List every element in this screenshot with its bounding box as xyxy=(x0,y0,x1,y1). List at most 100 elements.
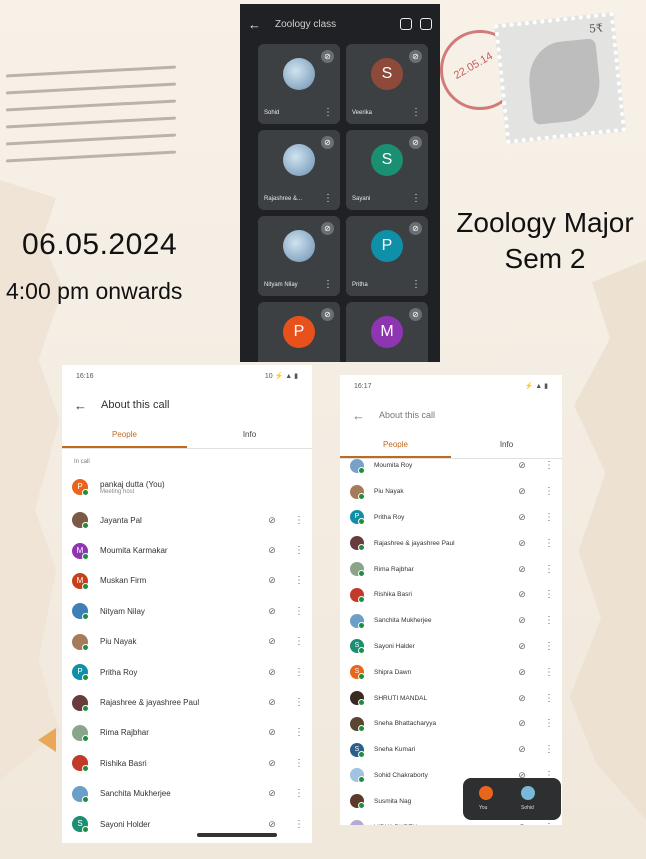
more-options-icon[interactable]: ⋮ xyxy=(544,641,554,652)
more-options-icon[interactable]: ⋮ xyxy=(294,697,304,708)
participant-row[interactable]: SHRUTI MANDAL ⊘ ⋮ xyxy=(340,685,562,711)
mic-off-icon[interactable]: ⊘ xyxy=(266,758,278,769)
mic-off-icon[interactable]: ⊘ xyxy=(266,788,278,799)
participant-row[interactable]: Sanchita Mukherjee ⊘ ⋮ xyxy=(340,608,562,634)
tab-bar: People Info xyxy=(62,423,312,449)
participant-tile[interactable]: ⊘ P Pritha ⋮ xyxy=(346,216,428,296)
more-options-icon[interactable]: ⋮ xyxy=(294,758,304,769)
participant-row[interactable]: Sanchita Mukherjee ⊘ ⋮ xyxy=(62,779,312,809)
tab-info[interactable]: Info xyxy=(451,433,562,458)
more-options-icon[interactable]: ⋮ xyxy=(294,727,304,738)
mic-off-icon[interactable]: ⊘ xyxy=(516,564,528,575)
participant-row[interactable]: Rajashree & jayashree Paul ⊘ ⋮ xyxy=(340,530,562,556)
more-options-icon[interactable]: ⋮ xyxy=(544,460,554,471)
participant-tile[interactable]: ⊘ P xyxy=(258,302,340,362)
participant-row[interactable]: Rishika Basri ⊘ ⋮ xyxy=(62,748,312,778)
more-options-icon[interactable]: ⋮ xyxy=(323,279,333,290)
participant-tile[interactable]: ⊘ Sohid ⋮ xyxy=(258,44,340,124)
mic-off-icon[interactable]: ⊘ xyxy=(266,667,278,678)
mic-off-icon[interactable]: ⊘ xyxy=(516,822,528,825)
participant-row[interactable]: Rishika Basri ⊘ ⋮ xyxy=(340,582,562,608)
participant-row[interactable]: Sneha Bhattacharyya ⊘ ⋮ xyxy=(340,711,562,737)
participant-row[interactable]: Jayanta Pal ⊘ ⋮ xyxy=(62,505,312,535)
meet-top-bar: ← Zoology class xyxy=(240,4,440,44)
mic-off-icon[interactable]: ⊘ xyxy=(266,636,278,647)
participant-row[interactable]: Piu Nayak ⊘ ⋮ xyxy=(340,479,562,505)
back-arrow-icon[interactable]: ← xyxy=(352,408,365,423)
mic-off-icon[interactable]: ⊘ xyxy=(516,460,528,471)
participant-row[interactable]: S Shipra Dawn ⊘ ⋮ xyxy=(340,659,562,685)
more-options-icon[interactable]: ⋮ xyxy=(294,819,304,830)
more-options-icon[interactable]: ⋮ xyxy=(294,667,304,678)
tab-info[interactable]: Info xyxy=(187,423,312,448)
participant-row[interactable]: S Sneha Kumari ⊘ ⋮ xyxy=(340,737,562,763)
participant-tile[interactable]: ⊘ M xyxy=(346,302,428,362)
more-options-icon[interactable]: ⋮ xyxy=(294,636,304,647)
participant-row[interactable]: M Muskan Firm ⊘ ⋮ xyxy=(62,566,312,596)
more-options-icon[interactable]: ⋮ xyxy=(544,538,554,549)
picture-in-picture-window[interactable]: You Sohid xyxy=(463,778,561,820)
mic-off-icon[interactable]: ⊘ xyxy=(266,697,278,708)
more-options-icon[interactable]: ⋮ xyxy=(294,545,304,556)
speaker-icon[interactable] xyxy=(420,18,432,30)
participant-row[interactable]: M Moumita Karmakar ⊘ ⋮ xyxy=(62,535,312,565)
mic-off-icon[interactable]: ⊘ xyxy=(266,515,278,526)
back-arrow-icon[interactable]: ← xyxy=(248,17,261,32)
tab-people[interactable]: People xyxy=(62,423,187,448)
mic-off-icon[interactable]: ⊘ xyxy=(266,545,278,556)
more-options-icon[interactable]: ⋮ xyxy=(544,718,554,729)
more-options-icon[interactable]: ⋮ xyxy=(294,606,304,617)
mic-off-icon[interactable]: ⊘ xyxy=(266,819,278,830)
participant-name: Nityam Nilay xyxy=(100,606,145,616)
mic-off-icon[interactable]: ⊘ xyxy=(516,538,528,549)
mic-off-icon: ⊘ xyxy=(321,222,334,235)
more-options-icon[interactable]: ⋮ xyxy=(294,515,304,526)
mic-off-icon[interactable]: ⊘ xyxy=(516,589,528,600)
switch-camera-icon[interactable] xyxy=(400,18,412,30)
more-options-icon[interactable]: ⋮ xyxy=(544,822,554,825)
more-options-icon[interactable]: ⋮ xyxy=(544,667,554,678)
participant-tile[interactable]: ⊘ S Veerika ⋮ xyxy=(346,44,428,124)
mic-off-icon[interactable]: ⊘ xyxy=(266,575,278,586)
participant-tile[interactable]: ⊘ Nityam Nilay ⋮ xyxy=(258,216,340,296)
back-arrow-icon[interactable]: ← xyxy=(74,398,87,413)
more-options-icon[interactable]: ⋮ xyxy=(544,512,554,523)
mic-off-icon[interactable]: ⊘ xyxy=(266,606,278,617)
participant-row[interactable]: S Sayoni Halder ⊘ ⋮ xyxy=(340,634,562,660)
participant-tile[interactable]: ⊘ S Sayani ⋮ xyxy=(346,130,428,210)
more-options-icon[interactable]: ⋮ xyxy=(323,193,333,204)
participant-row[interactable]: Piu Nayak ⊘ ⋮ xyxy=(62,627,312,657)
more-options-icon[interactable]: ⋮ xyxy=(294,575,304,586)
more-options-icon[interactable]: ⋮ xyxy=(411,107,421,118)
more-options-icon[interactable]: ⋮ xyxy=(411,279,421,290)
mic-off-icon[interactable]: ⊘ xyxy=(516,512,528,523)
more-options-icon[interactable]: ⋮ xyxy=(544,693,554,704)
host-row[interactable]: P pankaj dutta (You) Meeting host xyxy=(62,469,312,505)
participant-tile[interactable]: ⊘ Rajashree &... ⋮ xyxy=(258,130,340,210)
more-options-icon[interactable]: ⋮ xyxy=(544,615,554,626)
more-options-icon[interactable]: ⋮ xyxy=(544,564,554,575)
participant-row[interactable]: Rima Rajbhar ⊘ ⋮ xyxy=(62,718,312,748)
more-options-icon[interactable]: ⋮ xyxy=(544,589,554,600)
more-options-icon[interactable]: ⋮ xyxy=(294,788,304,799)
mic-off-icon[interactable]: ⊘ xyxy=(516,486,528,497)
mic-off-icon[interactable]: ⊘ xyxy=(266,727,278,738)
participant-row[interactable]: P Pritha Roy ⊘ ⋮ xyxy=(62,657,312,687)
participant-row[interactable]: Rima Rajbhar ⊘ ⋮ xyxy=(340,556,562,582)
mic-off-icon[interactable]: ⊘ xyxy=(516,615,528,626)
more-options-icon[interactable]: ⋮ xyxy=(544,486,554,497)
mic-off-icon[interactable]: ⊘ xyxy=(516,641,528,652)
avatar: S xyxy=(350,639,365,655)
tab-people[interactable]: People xyxy=(340,433,451,458)
mic-off-icon[interactable]: ⊘ xyxy=(516,744,528,755)
participant-row[interactable]: Nityam Nilay ⊘ ⋮ xyxy=(62,596,312,626)
more-options-icon[interactable]: ⋮ xyxy=(411,193,421,204)
avatar xyxy=(283,144,315,176)
participant-row[interactable]: P Pritha Roy ⊘ ⋮ xyxy=(340,505,562,531)
more-options-icon[interactable]: ⋮ xyxy=(323,107,333,118)
mic-off-icon[interactable]: ⊘ xyxy=(516,667,528,678)
participant-row[interactable]: Rajashree & jayashree Paul ⊘ ⋮ xyxy=(62,687,312,717)
mic-off-icon[interactable]: ⊘ xyxy=(516,693,528,704)
more-options-icon[interactable]: ⋮ xyxy=(544,744,554,755)
mic-off-icon[interactable]: ⊘ xyxy=(516,718,528,729)
